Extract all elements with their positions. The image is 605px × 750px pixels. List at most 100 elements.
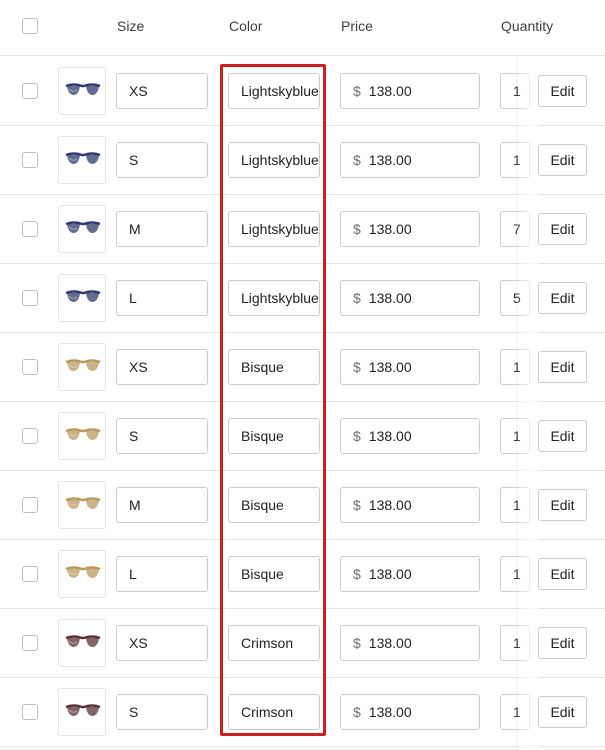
price-column-header: Price [341, 18, 373, 34]
row-select-checkbox[interactable] [22, 428, 38, 444]
size-input[interactable]: M [116, 487, 208, 523]
sunglasses-icon [65, 566, 101, 578]
edit-button[interactable]: Edit [538, 351, 587, 383]
price-input[interactable]: $138.00 [340, 418, 480, 454]
select-all-checkbox[interactable] [22, 18, 38, 34]
variant-thumbnail[interactable] [58, 688, 106, 736]
edit-button[interactable]: Edit [538, 282, 587, 314]
edit-button[interactable]: Edit [538, 558, 587, 590]
price-input[interactable]: $138.00 [340, 556, 480, 592]
row-select-checkbox[interactable] [22, 566, 38, 582]
quantity-input[interactable]: 1 [500, 349, 530, 385]
edit-button[interactable]: Edit [538, 75, 587, 107]
edit-button[interactable]: Edit [538, 627, 587, 659]
edit-button[interactable]: Edit [538, 144, 587, 176]
variant-thumbnail[interactable] [58, 136, 106, 184]
row-select-checkbox[interactable] [22, 635, 38, 651]
quantity-input[interactable]: 1 [500, 556, 530, 592]
variant-thumbnail[interactable] [58, 205, 106, 253]
price-input[interactable]: $138.00 [340, 349, 480, 385]
edit-button[interactable]: Edit [538, 489, 587, 521]
currency-symbol: $ [353, 83, 361, 99]
size-input[interactable]: L [116, 280, 208, 316]
variant-thumbnail[interactable] [58, 412, 106, 460]
size-input[interactable]: XS [116, 73, 208, 109]
price-value: 138.00 [368, 359, 412, 375]
variant-thumbnail[interactable] [58, 481, 106, 529]
color-input[interactable]: Crimson [228, 625, 320, 661]
size-input[interactable]: S [116, 142, 208, 178]
variant-thumbnail[interactable] [58, 550, 106, 598]
edit-button[interactable]: Edit [538, 696, 587, 728]
variant-thumbnail[interactable] [58, 274, 106, 322]
variant-row: M Bisque $138.00 1 [0, 471, 605, 540]
price-value: 138.00 [368, 635, 412, 651]
variant-row: L Bisque $138.00 1 [0, 540, 605, 609]
quantity-input[interactable]: 1 [500, 625, 530, 661]
color-input[interactable]: Lightskyblue [228, 211, 320, 247]
currency-symbol: $ [353, 152, 361, 168]
quantity-input[interactable]: 5 [500, 280, 530, 316]
price-input[interactable]: $138.00 [340, 73, 480, 109]
edit-button[interactable]: Edit [538, 213, 587, 245]
quantity-column-header: Quantity [501, 18, 554, 34]
row-select-checkbox[interactable] [22, 497, 38, 513]
currency-symbol: $ [353, 635, 361, 651]
sunglasses-icon [65, 428, 101, 440]
price-input[interactable]: $138.00 [340, 487, 480, 523]
quantity-input[interactable]: 1 [500, 73, 530, 109]
price-input[interactable]: $138.00 [340, 211, 480, 247]
size-input[interactable]: S [116, 694, 208, 730]
row-select-checkbox[interactable] [22, 83, 38, 99]
color-input[interactable]: Bisque [228, 487, 320, 523]
price-value: 138.00 [368, 290, 412, 306]
price-value: 138.00 [368, 704, 412, 720]
variant-row: L Lightskyblue $138.00 5 [0, 264, 605, 333]
variant-thumbnail[interactable] [58, 343, 106, 391]
row-select-checkbox[interactable] [22, 359, 38, 375]
quantity-input[interactable]: 1 [500, 487, 530, 523]
size-input[interactable]: XS [116, 625, 208, 661]
variant-row: S Lightskyblue $138.00 1 [0, 126, 605, 195]
edit-button[interactable]: Edit [538, 420, 587, 452]
row-select-checkbox[interactable] [22, 290, 38, 306]
variant-thumbnail[interactable] [58, 619, 106, 667]
variant-thumbnail[interactable] [58, 67, 106, 115]
color-input[interactable]: Bisque [228, 418, 320, 454]
size-input[interactable]: XS [116, 349, 208, 385]
color-input[interactable]: Crimson [228, 694, 320, 730]
sunglasses-icon [65, 497, 101, 509]
sunglasses-icon [65, 290, 101, 302]
quantity-input[interactable]: 1 [500, 418, 530, 454]
price-input[interactable]: $138.00 [340, 694, 480, 730]
sunglasses-icon [65, 221, 101, 233]
price-input[interactable]: $138.00 [340, 625, 480, 661]
sunglasses-icon [65, 635, 101, 647]
variant-row: XS Bisque $138.00 1 [0, 333, 605, 402]
size-input[interactable]: L [116, 556, 208, 592]
size-column-header: Size [117, 18, 145, 34]
color-input[interactable]: Lightskyblue [228, 142, 320, 178]
quantity-input[interactable]: 1 [500, 142, 530, 178]
size-input[interactable]: S [116, 418, 208, 454]
price-value: 138.00 [368, 152, 412, 168]
quantity-input[interactable]: 1 [500, 694, 530, 730]
size-input[interactable]: M [116, 211, 208, 247]
color-input[interactable]: Bisque [228, 349, 320, 385]
row-select-checkbox[interactable] [22, 704, 38, 720]
currency-symbol: $ [353, 221, 361, 237]
color-input[interactable]: Lightskyblue [228, 73, 320, 109]
price-input[interactable]: $138.00 [340, 280, 480, 316]
row-select-checkbox[interactable] [22, 152, 38, 168]
variant-row: M Lightskyblue $138.00 7 [0, 195, 605, 264]
row-select-checkbox[interactable] [22, 221, 38, 237]
currency-symbol: $ [353, 428, 361, 444]
price-value: 138.00 [368, 428, 412, 444]
variant-row: XS Lightskyblue $138.00 1 [0, 57, 605, 126]
quantity-input[interactable]: 7 [500, 211, 530, 247]
price-input[interactable]: $138.00 [340, 142, 480, 178]
color-input[interactable]: Lightskyblue [228, 280, 320, 316]
currency-symbol: $ [353, 704, 361, 720]
color-input[interactable]: Bisque [228, 556, 320, 592]
sticky-column-shadow [516, 57, 518, 750]
